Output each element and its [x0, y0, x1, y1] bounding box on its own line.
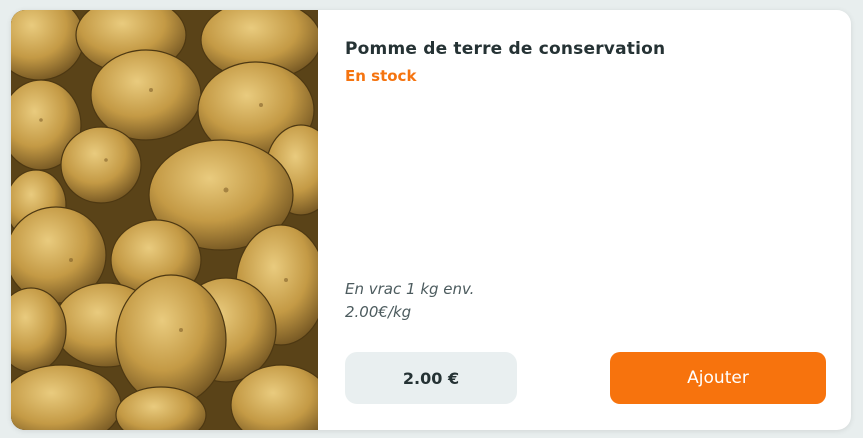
product-title: Pomme de terre de conservation [345, 39, 666, 59]
product-info: Pomme de terre de conservation En stock … [345, 10, 851, 430]
add-to-cart-button[interactable]: Ajouter [610, 352, 826, 404]
stock-status: En stock [345, 67, 417, 85]
unit-price-text: 2.00€/kg [345, 303, 412, 321]
product-card: Pomme de terre de conservation En stock … [11, 10, 851, 430]
price-badge: 2.00 € [345, 352, 517, 404]
potatoes-icon [11, 10, 318, 430]
product-image [11, 10, 318, 430]
packaging-text: En vrac 1 kg env. [345, 280, 475, 298]
product-description: En vrac 1 kg env. 2.00€/kg [345, 278, 474, 324]
